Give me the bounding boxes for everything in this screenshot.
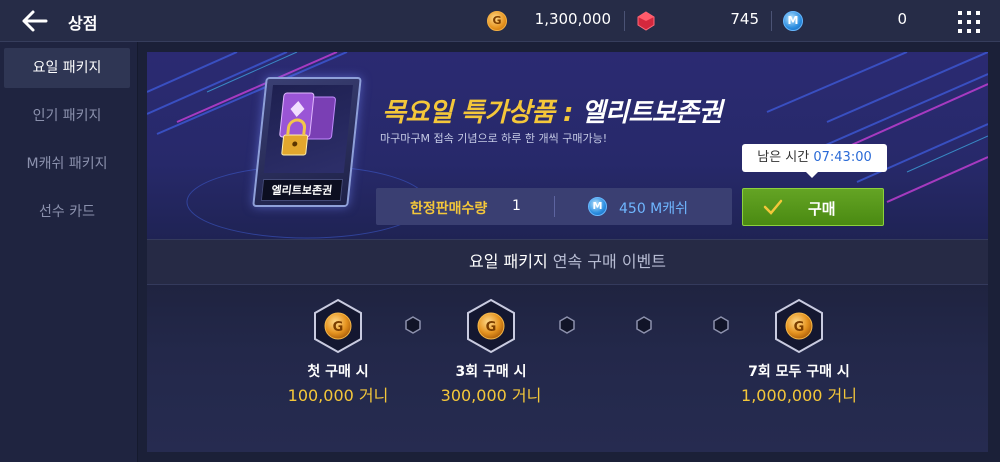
svg-text:G: G <box>486 320 497 335</box>
limit-label: 한정판매수량 <box>410 201 488 217</box>
svg-text:G: G <box>333 320 344 335</box>
buy-label: 구매 <box>808 200 836 218</box>
gem-balance: 745 <box>730 10 759 28</box>
reward-title: 7회 모두 구매 시 <box>748 364 850 380</box>
event-reward-track: G G G 첫 구매 시 100,000 거니 3회 구매 시 300,000 … <box>147 285 988 452</box>
event-title: 요일 패키지 연속 구매 이벤트 <box>147 239 988 285</box>
m-cash-balance: 0 <box>897 10 907 28</box>
gem-icon <box>636 11 656 31</box>
divider <box>137 42 138 462</box>
reward-amount: 1,000,000 거니 <box>741 386 857 405</box>
card-art <box>263 85 353 173</box>
buy-button[interactable]: 구매 <box>742 188 884 226</box>
divider <box>554 196 555 217</box>
menu-grid-icon[interactable] <box>958 11 980 33</box>
divider <box>624 11 625 31</box>
reward-node-icon: G <box>467 298 515 354</box>
product-banner: 엘리트보존권 목요일 특가상품 : 엘리트보존권 마구마구M 접속 기념으로 하… <box>147 52 988 239</box>
divider <box>771 11 772 31</box>
check-icon <box>763 199 783 215</box>
reward-amount: 100,000 거니 <box>287 386 389 405</box>
reward-title: 첫 구매 시 <box>307 364 369 380</box>
main-panel: 엘리트보존권 목요일 특가상품 : 엘리트보존권 마구마구M 접속 기념으로 하… <box>147 52 988 452</box>
svg-text:G: G <box>794 320 805 335</box>
gold-coin-icon: G <box>487 11 507 31</box>
product-headline: 목요일 특가상품 : 엘리트보존권 <box>382 98 723 128</box>
timer-value: 07:43:00 <box>813 150 872 165</box>
sidebar: 요일 패키지 인기 패키지 M캐쉬 패키지 선수 카드 <box>0 42 137 462</box>
timer-label: 남은 시간 <box>757 150 810 165</box>
sidebar-item-m-cash-package[interactable]: M캐쉬 패키지 <box>4 144 130 184</box>
m-cash-icon: M <box>783 11 803 31</box>
price-value: 450 M캐쉬 <box>619 201 689 217</box>
reward-node-icon: G <box>314 298 362 354</box>
card-label: 엘리트보존권 <box>260 179 344 201</box>
m-cash-icon: M <box>588 197 607 216</box>
purchase-info-bar: 한정판매수량 1 M 450 M캐쉬 <box>376 188 732 225</box>
sidebar-item-weekday-package[interactable]: 요일 패키지 <box>4 48 130 88</box>
sidebar-item-popular-package[interactable]: 인기 패키지 <box>4 96 130 136</box>
reward-title: 3회 구매 시 <box>455 364 527 380</box>
top-bar: 상점 G 1,300,000 745 M 0 <box>0 0 1000 42</box>
timer-tooltip: 남은 시간 07:43:00 <box>742 144 887 178</box>
product-card: 엘리트보존권 <box>252 77 362 207</box>
back-arrow-icon[interactable] <box>20 8 50 34</box>
limit-value: 1 <box>512 198 521 214</box>
sidebar-item-player-card[interactable]: 선수 카드 <box>4 192 130 232</box>
reward-node-icon: G <box>775 298 823 354</box>
gold-balance: 1,300,000 <box>534 10 611 28</box>
page-title: 상점 <box>68 14 98 33</box>
reward-amount: 300,000 거니 <box>440 386 542 405</box>
product-description: 마구마구M 접속 기념으로 하루 한 개씩 구매가능! <box>380 132 608 145</box>
